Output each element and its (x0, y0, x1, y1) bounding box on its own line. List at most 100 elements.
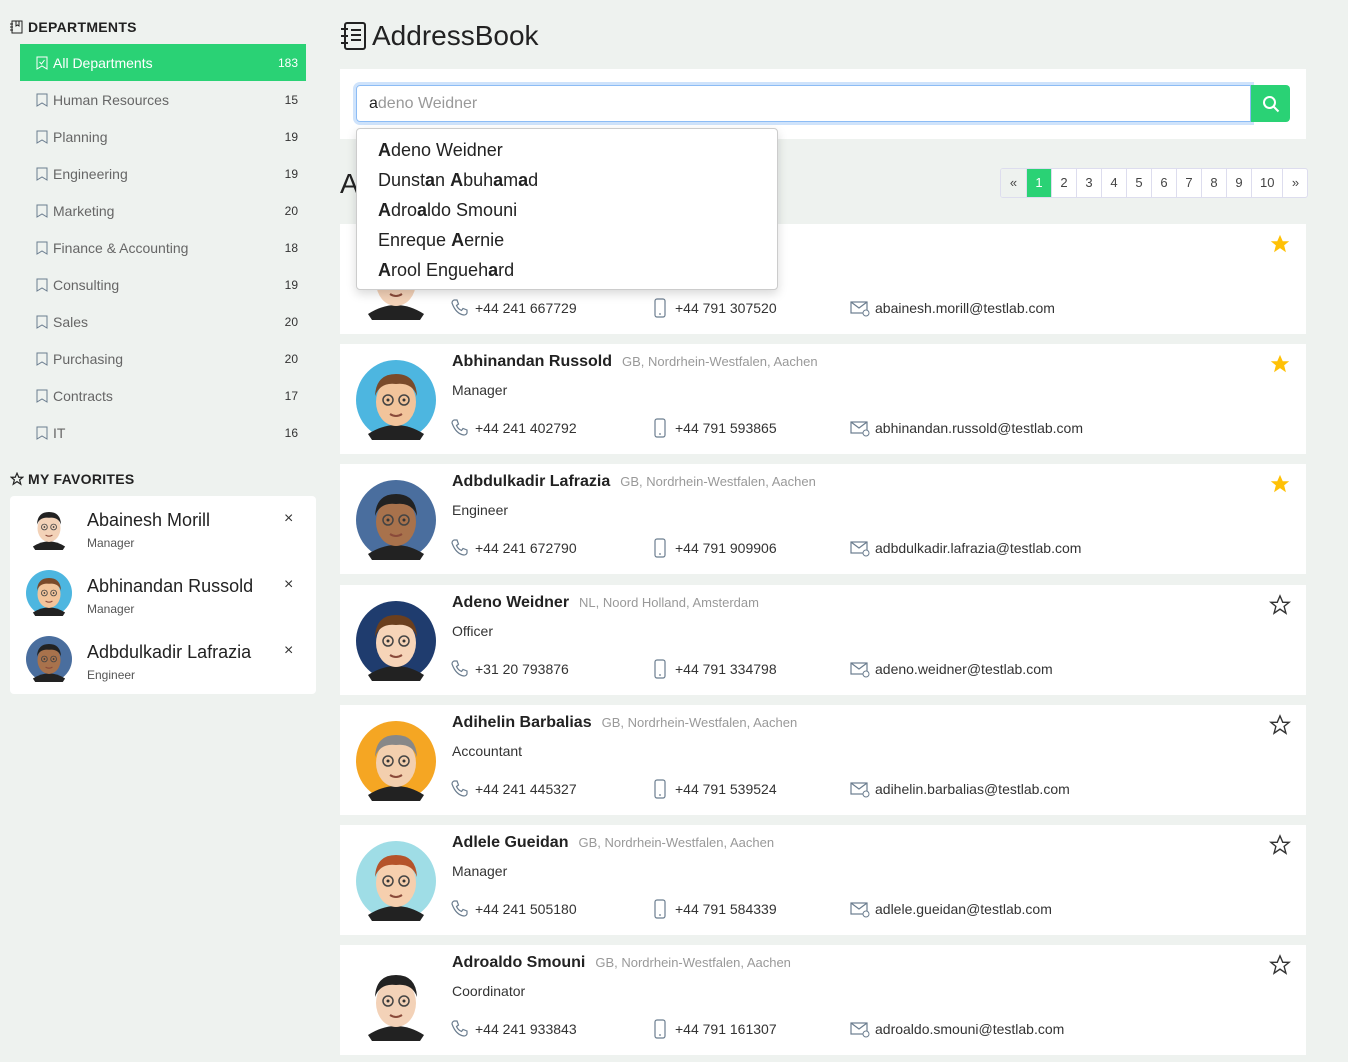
favorite-name: Abhinandan Russold (87, 576, 254, 596)
star-outline-icon[interactable] (1269, 713, 1291, 736)
star-outline-icon[interactable] (1269, 834, 1291, 856)
contact-email: adeno.weidner@testlab.com (850, 659, 1053, 679)
remove-favorite-button[interactable]: × (284, 510, 293, 528)
page-1-button[interactable]: 1 (1026, 169, 1051, 197)
match-highlight: a (518, 170, 529, 190)
contact-card[interactable]: Adroaldo Smouni GB, Nordrhein-Westfalen, … (340, 945, 1306, 1056)
contact-email: adbdulkadir.lafrazia@testlab.com (850, 538, 1081, 558)
suggestion-text: rool Engueh (391, 260, 489, 280)
page-2-button[interactable]: 2 (1051, 169, 1076, 197)
page-next-button[interactable]: » (1282, 169, 1307, 197)
favorite-role: Engineer (87, 668, 136, 682)
match-highlight: A (450, 170, 464, 190)
sidebar-item-department[interactable]: Finance & Accounting 18 (20, 229, 306, 266)
contact-card[interactable]: Adbdulkadir Lafrazia GB, Nordrhein-Westfa… (340, 464, 1306, 575)
contact-mobile: +44 791 584339 (650, 899, 777, 919)
contact-location: NL, Noord Holland, Amsterdam (579, 594, 759, 610)
bookmark-icon (36, 389, 48, 403)
suggestion-item[interactable]: Adroaldo Smouni (357, 195, 777, 225)
department-count: 20 (284, 203, 298, 218)
match-highlight: A (378, 200, 391, 220)
page-8-button[interactable]: 8 (1201, 169, 1226, 197)
phone-icon (451, 419, 468, 436)
email-icon (850, 301, 870, 317)
contact-name: Adlele Gueidan (452, 834, 569, 851)
sidebar-item-department[interactable]: Contracts 17 (20, 377, 306, 414)
suggestion-item[interactable]: Enreque Aernie (357, 225, 777, 255)
department-count: 20 (284, 351, 298, 366)
contact-phone: +44 241 505180 (450, 899, 577, 919)
sidebar-item-department[interactable]: Human Resources 15 (20, 81, 306, 118)
page-prev-button[interactable]: « (1001, 169, 1026, 197)
mobile-number: +44 791 539524 (675, 780, 777, 797)
email-address[interactable]: adihelin.barbalias@testlab.com (875, 781, 1070, 797)
sidebar-item-department[interactable]: Marketing 20 (20, 192, 306, 229)
page-10-button[interactable]: 10 (1251, 169, 1282, 197)
star-filled-icon[interactable] (1269, 233, 1291, 255)
page-4-button[interactable]: 4 (1101, 169, 1126, 197)
favorite-item[interactable]: Abainesh Morill Manager × (10, 496, 316, 562)
department-label: Planning (53, 128, 108, 145)
email-address[interactable]: adlele.gueidan@testlab.com (875, 901, 1052, 917)
sidebar-item-department[interactable]: Planning 19 (20, 118, 306, 155)
suggestion-item[interactable]: Arool Enguehard (357, 255, 777, 285)
contact-role: Officer (452, 622, 493, 639)
suggestion-text: rd (498, 260, 515, 280)
suggestion-item[interactable]: Adeno Weidner (357, 135, 777, 165)
contact-name-line: Adbdulkadir Lafrazia GB, Nordrhein-Westfa… (452, 473, 816, 491)
favorites-title: MY FAVORITES (28, 471, 135, 487)
phone-icon (451, 1020, 468, 1037)
match-highlight: a (417, 200, 428, 220)
search-button[interactable] (1251, 85, 1290, 122)
favorite-item[interactable]: Abhinandan Russold Manager × (10, 562, 316, 628)
suggestion-text: m (503, 170, 519, 190)
sidebar-item-department[interactable]: Engineering 19 (20, 155, 306, 192)
mobile-number: +44 791 909906 (675, 540, 777, 557)
email-address[interactable]: adroaldo.smouni@testlab.com (875, 1021, 1064, 1037)
star-outline-icon[interactable] (1269, 593, 1291, 616)
contact-card[interactable]: Adihelin Barbalias GB, Nordrhein-Westfale… (340, 704, 1306, 815)
contact-email: adihelin.barbalias@testlab.com (850, 779, 1070, 799)
page-5-button[interactable]: 5 (1126, 169, 1151, 197)
favorites-header: MY FAVORITES (10, 471, 135, 487)
email-address[interactable]: abainesh.morill@testlab.com (875, 300, 1055, 316)
mobile-icon (654, 1019, 666, 1039)
match-highlight: A (378, 260, 391, 280)
sidebar-item-department[interactable]: All Departments 183 (20, 44, 306, 81)
email-address[interactable]: adbdulkadir.lafrazia@testlab.com (875, 540, 1081, 556)
sidebar-item-department[interactable]: Consulting 19 (20, 266, 306, 303)
phone-icon (451, 780, 468, 797)
email-address[interactable]: abhinandan.russold@testlab.com (875, 420, 1083, 436)
page-6-button[interactable]: 6 (1151, 169, 1176, 197)
contact-name-line: Abhinandan Russold GB, Nordrhein-Westfale… (452, 353, 818, 371)
bookmark-icon (36, 130, 48, 144)
page-9-button[interactable]: 9 (1226, 169, 1251, 197)
page-7-button[interactable]: 7 (1176, 169, 1201, 197)
suggestion-text: deno Weidner (391, 140, 503, 160)
search-input[interactable] (356, 85, 1251, 122)
phone-number: +44 241 933843 (475, 1021, 577, 1038)
email-address[interactable]: adeno.weidner@testlab.com (875, 661, 1053, 677)
star-filled-icon[interactable] (1269, 473, 1291, 495)
suggestion-text: ernie (464, 230, 505, 250)
star-outline-icon[interactable] (1269, 954, 1291, 976)
remove-favorite-button[interactable]: × (284, 576, 293, 594)
page-3-button[interactable]: 3 (1076, 169, 1101, 197)
contact-mobile: +44 791 334798 (650, 658, 777, 679)
department-list: All Departments 183 Human Resources 15 Plann… (20, 44, 306, 451)
contact-avatar (356, 720, 436, 801)
department-label: Marketing (53, 202, 115, 219)
remove-favorite-button[interactable]: × (284, 642, 293, 660)
contact-phone: +44 241 667729 (450, 298, 577, 318)
contact-card[interactable]: Adlele Gueidan GB, Nordrhein-Westfalen, A… (340, 825, 1306, 935)
sidebar-item-department[interactable]: IT 16 (20, 414, 306, 451)
star-filled-icon[interactable] (1269, 353, 1291, 375)
favorite-item[interactable]: Adbdulkadir Lafrazia Engineer × (10, 628, 316, 694)
contact-card[interactable]: Adeno Weidner NL, Noord Holland, Amsterda… (340, 584, 1306, 695)
contact-card[interactable]: Abhinandan Russold GB, Nordrhein-Westfale… (340, 344, 1306, 455)
sidebar-item-department[interactable]: Purchasing 20 (20, 340, 306, 377)
mobile-number: +44 791 584339 (675, 901, 777, 917)
suggestion-item[interactable]: Dunstan Abuhamad (357, 165, 777, 195)
address-book-icon (341, 22, 366, 50)
sidebar-item-department[interactable]: Sales 20 (20, 303, 306, 340)
